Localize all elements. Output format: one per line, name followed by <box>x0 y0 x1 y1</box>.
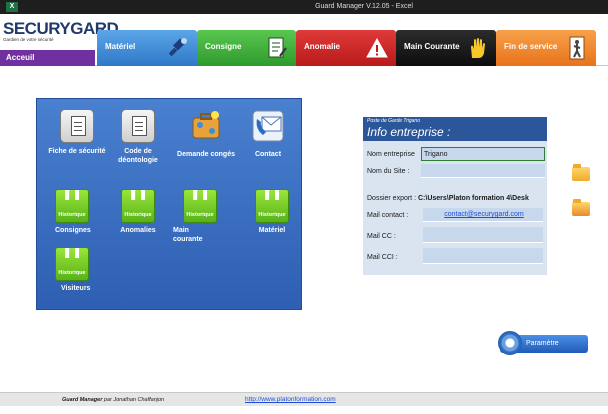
tile-historique-main-courante[interactable]: h Historique Main courante <box>173 189 233 244</box>
tile-fiche-securite[interactable]: Fiche de sécurité <box>47 109 107 156</box>
tab-materiel[interactable]: Matériel <box>97 30 197 66</box>
website-link[interactable]: http://www.platonformation.com <box>245 396 336 403</box>
warning-icon <box>366 37 388 58</box>
tile-fiche-label: Fiche de sécurité <box>48 148 106 155</box>
parametre-label: Paramètre <box>526 340 559 347</box>
nom-entreprise-field[interactable]: Trigano <box>421 147 545 161</box>
credits-author: par Jonathan Chaffanjon <box>103 397 165 403</box>
tile-code-label: Code de déontologie <box>118 148 158 164</box>
dossier-export-label-text: Dossier export : <box>367 195 417 202</box>
nom-entreprise-label: Nom entreprise <box>367 151 415 158</box>
credits: Guard Manager par Jonathan Chaffanjon <box>62 397 164 403</box>
tab-acceuil[interactable]: Acceuil <box>0 50 95 66</box>
document-icon <box>121 109 155 143</box>
edit-folder-icon <box>572 199 590 216</box>
tile-main-courante-label: Main courante <box>173 227 203 243</box>
exit-door-icon <box>569 36 585 60</box>
mail-cc-label: Mail CC : <box>367 233 396 240</box>
tab-main-courante-label: Main Courante <box>404 42 460 51</box>
tile-visiteurs-label: Visiteurs <box>61 285 91 292</box>
mail-contact-label: Mail contact : <box>367 212 409 219</box>
actions-panel: Fiche de sécurité Code de déontologie De… <box>36 98 302 310</box>
header: SECURYGARD Gardien de votre sécurité Acc… <box>0 14 608 66</box>
tile-demande-conges[interactable]: Demande congés <box>176 109 236 159</box>
mail-cci-label: Mail CCI : <box>367 254 398 261</box>
window-title: Guard Manager V.12.05 - Excel <box>315 3 413 10</box>
historique-icon: h Historique <box>255 189 289 223</box>
credits-app: Guard Manager <box>62 397 103 403</box>
tile-materiel-label: Matériel <box>258 227 286 234</box>
tab-fin-de-service-label: Fin de service <box>504 42 558 51</box>
modifier-button[interactable]: Modifier <box>566 199 596 224</box>
tab-materiel-label: Matériel <box>105 42 136 51</box>
document-icon <box>60 109 94 143</box>
dossier-export-label: Dossier export : C:\Users\Platon formati… <box>367 195 529 202</box>
nom-site-label: Nom du Site : <box>367 168 410 175</box>
phone-mail-icon <box>252 110 284 142</box>
tile-contact[interactable]: Contact <box>238 109 298 159</box>
mail-contact-field[interactable]: contact@securygard.com <box>423 208 543 222</box>
gear-icon <box>498 331 522 355</box>
excel-window: X Guard Manager V.12.05 - Excel SECURYGA… <box>0 0 608 414</box>
ouvrir-button[interactable]: Ouvrir <box>566 164 596 189</box>
tab-fin-de-service[interactable]: Fin de service <box>496 30 596 66</box>
historique-icon: h Historique <box>55 247 89 281</box>
nom-site-field[interactable] <box>421 164 545 178</box>
tile-historique-materiel[interactable]: h Historique Matériel <box>242 189 302 235</box>
tile-conges-label: Demande congés <box>177 151 235 158</box>
tab-main-courante[interactable]: Main Courante <box>396 30 496 66</box>
notepad-icon <box>268 37 287 58</box>
historique-icon: h Historique <box>121 189 155 223</box>
panel-title: Info entreprise : <box>363 125 547 141</box>
tile-historique-consignes[interactable]: h Historique Consignes <box>43 189 103 235</box>
tile-contact-label: Contact <box>254 151 282 158</box>
mail-cc-field[interactable] <box>423 227 543 243</box>
suitcase-icon <box>192 111 220 139</box>
tile-anomalies-label: Anomalies <box>120 227 156 234</box>
historique-icon: h Historique <box>55 189 89 223</box>
tile-historique-anomalies[interactable]: h Historique Anomalies <box>108 189 168 235</box>
flashlight-icon <box>168 38 187 57</box>
tab-consigne-label: Consigne <box>205 42 242 51</box>
dossier-export-field[interactable]: C:\Users\Platon formation 4\Desk <box>418 195 529 202</box>
mail-cci-field[interactable] <box>423 248 543 264</box>
footer-bar: Guard Manager par Jonathan Chaffanjon ht… <box>0 392 608 406</box>
tab-anomalie-label: Anomalie <box>304 42 341 51</box>
tab-anomalie[interactable]: Anomalie <box>296 30 396 66</box>
panel-subtitle: Poste de Garde Trigano <box>363 117 547 125</box>
bottom-strip <box>0 406 608 414</box>
info-entreprise-panel: Poste de Garde Trigano Info entreprise :… <box>363 117 547 275</box>
hand-icon <box>471 38 485 58</box>
ouvrir-label: Ouvrir <box>571 183 590 189</box>
tab-consigne[interactable]: Consigne <box>197 30 296 66</box>
tile-consignes-label: Consignes <box>55 227 91 234</box>
open-folder-icon <box>572 164 590 181</box>
historique-icon: h Historique <box>183 189 217 223</box>
tile-historique-visiteurs[interactable]: h Historique Visiteurs <box>43 247 103 293</box>
title-bar: X Guard Manager V.12.05 - Excel <box>0 0 608 14</box>
tile-code-deontologie[interactable]: Code de déontologie <box>108 109 168 165</box>
modifier-label: Modifier <box>569 218 593 224</box>
parametre-button[interactable]: Paramètre <box>498 331 588 355</box>
